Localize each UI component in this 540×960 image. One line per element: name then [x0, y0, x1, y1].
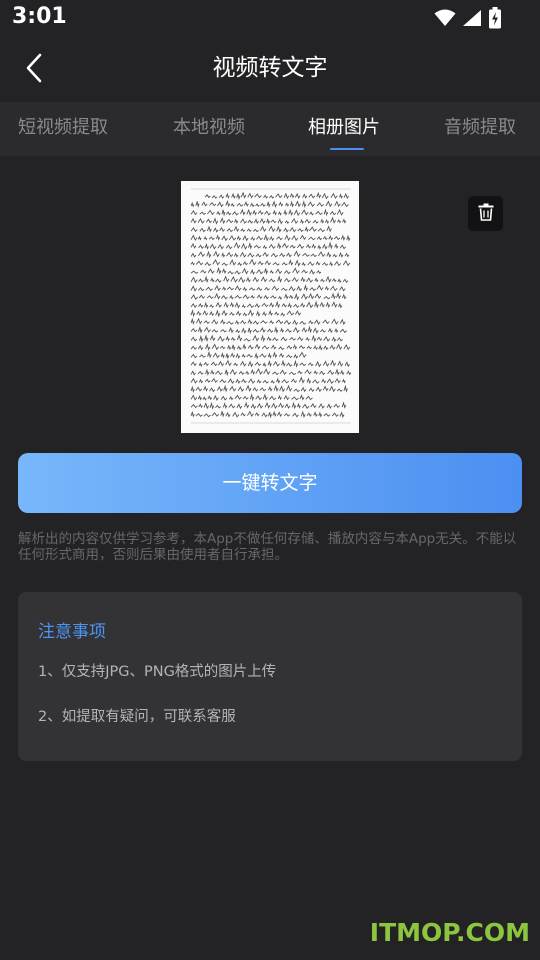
- selected-image-thumbnail[interactable]: [181, 181, 359, 433]
- status-icons: [434, 7, 502, 29]
- back-button[interactable]: [14, 50, 54, 90]
- notice-item: 2、如提取有疑问，可联系客服: [38, 709, 236, 725]
- tab-bar: 短视频提取 本地视频 相册图片 音频提取: [0, 102, 540, 156]
- status-bar: 3:01: [0, 0, 540, 38]
- main-content: 一键转文字 解析出的内容仅供学习参考，本App不做任何存储、播放内容与本App无…: [0, 156, 540, 960]
- handwritten-page-image: [181, 181, 359, 433]
- tab-short-video[interactable]: 短视频提取: [18, 102, 108, 156]
- trash-icon: [478, 203, 494, 225]
- signal-icon: [462, 9, 482, 27]
- notice-card: 注意事项 1、仅支持JPG、PNG格式的图片上传 2、如提取有疑问，可联系客服: [18, 592, 522, 761]
- active-tab-indicator: [330, 148, 364, 150]
- watermark-logo: ITMOP.COM: [369, 918, 530, 947]
- tab-local-video[interactable]: 本地视频: [173, 102, 245, 156]
- wifi-icon: [434, 9, 456, 27]
- convert-to-text-button[interactable]: 一键转文字: [18, 453, 522, 513]
- notice-item: 1、仅支持JPG、PNG格式的图片上传: [38, 664, 277, 680]
- disclaimer-text: 解析出的内容仅供学习参考，本App不做任何存储、播放内容与本App无关。不能以任…: [18, 531, 517, 563]
- page-title: 视频转文字: [212, 55, 328, 81]
- tab-audio-extract[interactable]: 音频提取: [444, 102, 516, 156]
- app-header: 视频转文字: [0, 38, 540, 102]
- battery-charging-icon: [488, 7, 502, 29]
- delete-image-button[interactable]: [468, 196, 503, 231]
- chevron-left-icon: [24, 53, 44, 87]
- status-time: 3:01: [12, 4, 67, 29]
- notice-title: 注意事项: [38, 622, 106, 642]
